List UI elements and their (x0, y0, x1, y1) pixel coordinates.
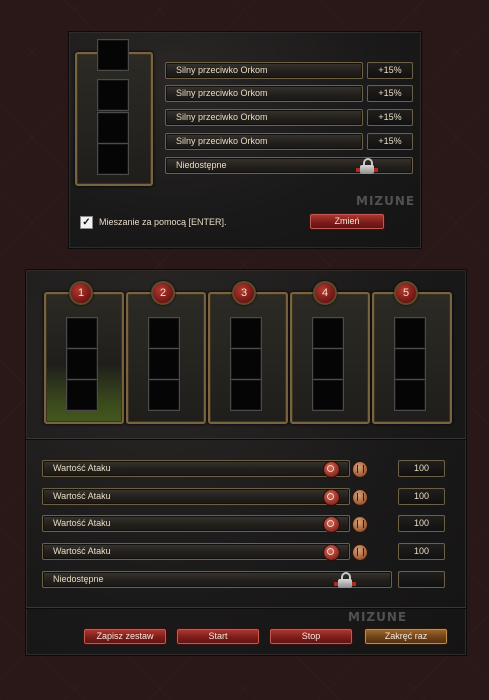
zoom-icon[interactable] (323, 461, 340, 478)
attack-row: Wartość Ataku (42, 460, 350, 477)
zoom-icon[interactable] (323, 516, 340, 533)
item-slot[interactable] (97, 79, 129, 111)
attack-value: 100 (398, 488, 445, 505)
item-slot[interactable] (230, 348, 262, 380)
locked-label: Niedostępne (53, 574, 104, 584)
trash-icon[interactable] (352, 461, 368, 478)
start-button[interactable]: Start (176, 628, 260, 645)
bonus-row: Silny przeciwko Orkom (165, 85, 363, 102)
set-number-badge: 1 (69, 281, 93, 305)
attack-row: Wartość Ataku (42, 488, 350, 505)
bonus-value: +15% (367, 133, 413, 150)
item-slot[interactable] (394, 379, 426, 411)
attack-value: 100 (398, 515, 445, 532)
locked-label: Niedostępne (176, 160, 227, 170)
attack-label: Wartość Ataku (53, 491, 111, 501)
item-slot[interactable] (312, 379, 344, 411)
item-slot[interactable] (312, 317, 344, 349)
trash-icon[interactable] (352, 544, 368, 561)
bonus-label: Silny przeciwko Orkom (176, 136, 268, 146)
save-set-button[interactable]: Zapisz zestaw (83, 628, 167, 645)
set-number-badge: 5 (394, 281, 418, 305)
item-slot[interactable] (394, 317, 426, 349)
bonus-label: Silny przeciwko Orkom (176, 112, 268, 122)
mix-checkbox-label: Mieszanie za pomocą [ENTER]. (99, 217, 227, 227)
set-number-badge: 3 (232, 281, 256, 305)
bonus-value: +15% (367, 62, 413, 79)
trash-icon[interactable] (352, 516, 368, 533)
attack-label: Wartość Ataku (53, 546, 111, 556)
stop-button[interactable]: Stop (269, 628, 353, 645)
bonus-row: Silny przeciwko Orkom (165, 62, 363, 79)
item-slot[interactable] (148, 348, 180, 380)
watermark-logo: MIZUNE (356, 194, 416, 208)
item-slot[interactable] (312, 348, 344, 380)
item-slot[interactable] (66, 348, 98, 380)
attack-label: Wartość Ataku (53, 518, 111, 528)
bonus-row: Silny przeciwko Orkom (165, 109, 363, 126)
attack-value: 100 (398, 460, 445, 477)
bonus-value: +15% (367, 85, 413, 102)
mix-checkbox[interactable]: ✓ (80, 216, 93, 229)
attack-value: 100 (398, 543, 445, 560)
attack-label: Wartość Ataku (53, 463, 111, 473)
item-slot[interactable] (394, 348, 426, 380)
zoom-icon[interactable] (323, 489, 340, 506)
attack-row: Wartość Ataku (42, 515, 350, 532)
item-slot[interactable] (66, 317, 98, 349)
lock-icon (356, 158, 378, 174)
locked-value (398, 571, 445, 588)
lock-icon (334, 572, 356, 588)
bonus-label: Silny przeciwko Orkom (176, 88, 268, 98)
zoom-icon[interactable] (323, 544, 340, 561)
spin-panel: 1 2 3 4 5 Wartość Ataku 100 Wartość Atak… (25, 269, 467, 656)
trash-icon[interactable] (352, 489, 368, 506)
set-number-badge: 2 (151, 281, 175, 305)
bonus-value: +15% (367, 109, 413, 126)
item-slot[interactable] (148, 317, 180, 349)
item-slot[interactable] (97, 112, 129, 144)
spin-once-button[interactable]: Zakręć raz (364, 628, 448, 645)
item-slot[interactable] (97, 143, 129, 175)
set-number-badge: 4 (313, 281, 337, 305)
item-slot[interactable] (230, 379, 262, 411)
watermark-logo: MIZUNE (348, 610, 408, 624)
item-slot-top[interactable] (97, 39, 129, 71)
item-slot[interactable] (230, 317, 262, 349)
change-button[interactable]: Zmień (309, 213, 385, 230)
attack-row: Wartość Ataku (42, 543, 350, 560)
bonus-switcher-panel: Silny przeciwko Orkom +15% Silny przeciw… (68, 31, 422, 249)
item-slot[interactable] (148, 379, 180, 411)
bonus-label: Silny przeciwko Orkom (176, 65, 268, 75)
item-slot[interactable] (66, 379, 98, 411)
bonus-row: Silny przeciwko Orkom (165, 133, 363, 150)
